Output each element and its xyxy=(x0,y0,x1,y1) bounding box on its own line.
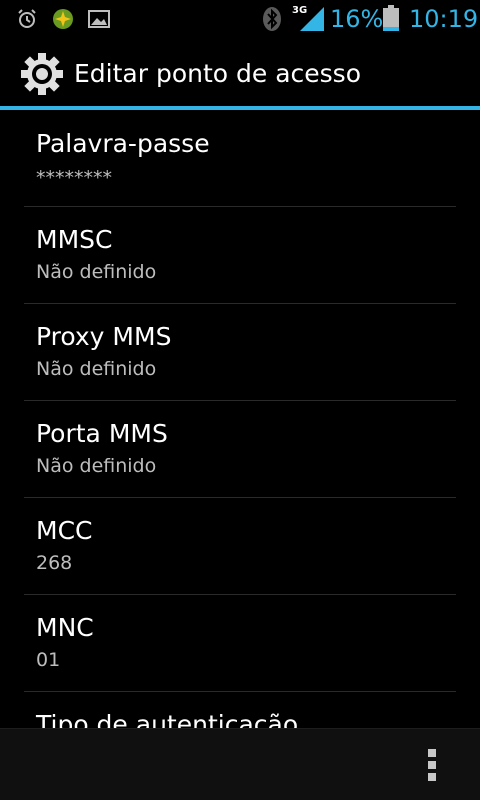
page-title: Editar ponto de acesso xyxy=(74,59,361,88)
3g-signal-icon: 3G xyxy=(292,5,324,33)
overflow-dot xyxy=(428,761,436,769)
settings-icon[interactable] xyxy=(21,53,63,95)
signal-bars-icon xyxy=(300,7,324,31)
overflow-menu-icon[interactable] xyxy=(412,741,452,787)
preference-list: Palavra-passe ******** MMSC Não definido… xyxy=(0,110,480,728)
bottom-bar xyxy=(0,728,480,800)
pref-title: Proxy MMS xyxy=(36,322,172,351)
image-icon xyxy=(88,10,110,28)
pref-summary: 01 xyxy=(36,649,61,671)
pref-item-mms-port[interactable]: Porta MMS Não definido xyxy=(24,401,456,498)
pref-item-password[interactable]: Palavra-passe ******** xyxy=(24,110,456,207)
pref-title: Tipo de autenticação xyxy=(36,710,299,728)
pref-title: Porta MMS xyxy=(36,419,168,448)
pref-summary: 268 xyxy=(36,552,73,574)
status-time: 10:19 xyxy=(409,5,479,33)
pref-title: MCC xyxy=(36,516,93,545)
battery-percent: 16% xyxy=(330,5,384,33)
battery-icon xyxy=(383,5,399,31)
pref-summary: ******** xyxy=(36,167,112,189)
overflow-dot xyxy=(428,749,436,757)
pref-item-mnc[interactable]: MNC 01 xyxy=(24,595,456,692)
pref-item-authentication-type[interactable]: Tipo de autenticação xyxy=(24,692,456,728)
pref-summary: Não definido xyxy=(36,358,157,380)
overflow-dot xyxy=(428,773,436,781)
bluetooth-icon xyxy=(263,7,281,31)
pref-summary: Não definido xyxy=(36,261,157,283)
action-bar: Editar ponto de acesso xyxy=(0,38,480,106)
pref-item-mcc[interactable]: MCC 268 xyxy=(24,498,456,595)
screen: 3G 16% 10:19 Editar ponto de acesso Pala… xyxy=(0,0,480,800)
pref-title: Palavra-passe xyxy=(36,129,210,158)
pref-item-mms-proxy[interactable]: Proxy MMS Não definido xyxy=(24,304,456,401)
alarm-icon xyxy=(18,9,36,28)
app-notification-icon xyxy=(53,9,73,29)
pref-title: MNC xyxy=(36,613,94,642)
status-bar: 3G 16% 10:19 xyxy=(0,0,480,38)
pref-summary: Não definido xyxy=(36,455,157,477)
pref-title: MMSC xyxy=(36,225,113,254)
pref-item-mmsc[interactable]: MMSC Não definido xyxy=(24,207,456,304)
